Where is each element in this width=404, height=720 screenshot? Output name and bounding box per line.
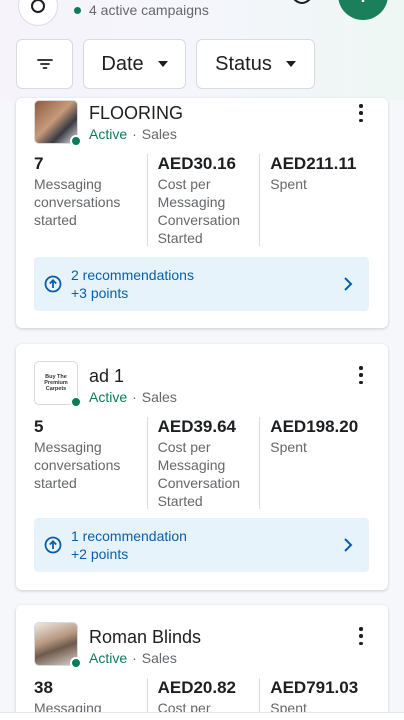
caret-down-icon: [157, 61, 168, 67]
campaign-title: FLOORING: [89, 103, 184, 123]
metric-value: AED39.64: [157, 417, 237, 436]
create-campaign-button[interactable]: [338, 0, 388, 20]
campaign-status: Active: [89, 126, 128, 142]
active-dot-icon: [74, 6, 81, 14]
metric-label: Cost per Messaging Conversation Started: [157, 176, 241, 246]
arrow-up-circle-icon: [44, 275, 62, 293]
campaign-count-text: 4 active campaigns: [89, 2, 209, 18]
thumbnail-text: Buy The Premium Carpets: [44, 374, 68, 392]
campaign-card[interactable]: Buy The Premium Carpets ad 1 Active · Sa…: [16, 344, 388, 590]
recommendations-banner[interactable]: 1 recommendation +2 points: [34, 518, 369, 572]
filter-bar: Date Status: [16, 39, 315, 89]
chevron-right-icon: [344, 538, 353, 552]
metric-value: 5: [34, 417, 44, 436]
separator-dot: ·: [132, 126, 137, 142]
plus-icon: [361, 0, 365, 2]
recommendations-text: 2 recommendations +3 points: [71, 266, 194, 302]
metric-value: AED20.82: [157, 678, 237, 697]
metric-spent: AED198.20 Spent: [259, 417, 372, 509]
metric-value: AED211.11: [270, 154, 357, 173]
recommendations-text: 1 recommendation +2 points: [71, 527, 187, 563]
more-options-icon[interactable]: [356, 627, 366, 645]
metric-value: 38: [34, 678, 53, 697]
campaign-status-line: Active · Sales: [89, 650, 201, 666]
chevron-right-icon: [344, 277, 353, 291]
campaign-status-line: Active · Sales: [89, 126, 183, 142]
separator-dot: ·: [132, 650, 137, 666]
campaign-status: Active: [89, 389, 128, 405]
metric-label: Spent: [270, 176, 307, 192]
filter-button[interactable]: [16, 39, 73, 89]
recommendations-points: +3 points: [71, 285, 129, 301]
metric-label: Messaging conversations started: [34, 176, 121, 228]
campaign-metrics: 7 Messaging conversations started AED30.…: [34, 154, 372, 246]
caret-down-icon: [285, 61, 296, 67]
recommendations-banner[interactable]: 2 recommendations +3 points: [34, 257, 369, 311]
metric-label: Messaging conversations started: [34, 439, 121, 491]
bell-icon[interactable]: [290, 0, 314, 8]
campaign-card-header: Roman Blinds Active · Sales: [34, 622, 201, 670]
date-filter-dropdown[interactable]: Date: [83, 39, 186, 89]
recommendations-points: +2 points: [71, 546, 129, 562]
bottom-edge: [0, 712, 404, 720]
metric-value: 7: [34, 154, 44, 173]
campaign-thumbnail: [34, 100, 82, 147]
campaign-card-header: Buy The Premium Carpets ad 1 Active · Sa…: [34, 361, 177, 409]
metric-value: AED198.20: [270, 417, 359, 436]
status-filter-dropdown[interactable]: Status: [196, 39, 315, 89]
campaign-type: Sales: [141, 389, 177, 405]
campaign-title: Roman Blinds: [89, 627, 202, 647]
metric-value: AED791.03: [270, 678, 359, 697]
arrow-up-circle-icon: [44, 536, 62, 554]
metric-results: 7 Messaging conversations started: [34, 154, 147, 246]
metric-label: Cost per Messaging Conversation Started: [157, 439, 241, 509]
metric-label: Spent: [270, 439, 307, 455]
metric-value: AED30.16: [157, 154, 237, 173]
campaign-settings-icon: [31, 0, 45, 13]
campaign-thumbnail: [34, 622, 82, 669]
active-status-dot: [70, 657, 82, 669]
recommendations-count: 1 recommendation: [71, 528, 187, 544]
metric-cost: AED30.16 Cost per Messaging Conversation…: [146, 154, 260, 246]
campaign-settings-button[interactable]: [18, 0, 58, 26]
more-options-icon[interactable]: [356, 104, 366, 122]
campaign-metrics: 5 Messaging conversations started AED39.…: [34, 417, 372, 509]
separator-dot: ·: [132, 389, 137, 405]
campaign-type: Sales: [141, 126, 177, 142]
active-status-dot: [70, 135, 82, 147]
campaign-count: 4 active campaigns: [74, 2, 209, 18]
campaign-type: Sales: [141, 650, 177, 666]
more-options-icon[interactable]: [356, 366, 366, 384]
campaign-card[interactable]: FLOORING Active · Sales 7 Messaging conv…: [16, 98, 388, 328]
metric-cost: AED39.64 Cost per Messaging Conversation…: [146, 417, 260, 509]
recommendations-count: 2 recommendations: [71, 267, 194, 283]
status-filter-label: Status: [215, 52, 272, 75]
active-status-dot: [70, 396, 82, 408]
campaign-status: Active: [89, 650, 128, 666]
campaign-status-line: Active · Sales: [89, 389, 177, 405]
campaign-card[interactable]: Roman Blinds Active · Sales 38 Messaging…: [16, 605, 388, 720]
metric-spent: AED211.11 Spent: [259, 154, 372, 246]
campaign-card-header: FLOORING Active · Sales: [34, 98, 184, 147]
metric-results: 5 Messaging conversations started: [34, 417, 147, 509]
date-filter-label: Date: [101, 52, 144, 75]
campaign-title: ad 1: [89, 366, 125, 386]
filter-lines-icon: [36, 59, 53, 69]
app-header: 4 active campaigns Date Status: [0, 0, 404, 100]
campaign-thumbnail: Buy The Premium Carpets: [34, 361, 82, 408]
